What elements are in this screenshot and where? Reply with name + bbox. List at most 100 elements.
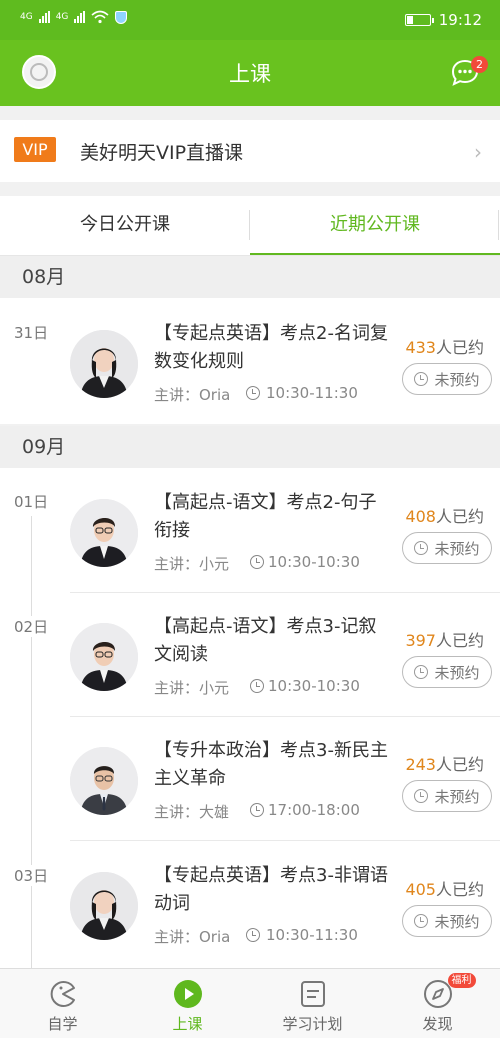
- reserve-label: 未预约: [434, 539, 480, 558]
- course-title: 【高起点-语文】考点2-句子衔接: [154, 492, 377, 541]
- signup-number: 433: [405, 338, 436, 357]
- reserve-label: 未预约: [434, 663, 480, 682]
- signup-suffix: 人已约: [435, 631, 484, 650]
- clock-icon: [414, 789, 429, 803]
- signal-area: 4G 4G: [20, 10, 128, 24]
- course-time: 10:30-11:30: [266, 926, 358, 944]
- course-time: 10:30-11:30: [266, 384, 358, 402]
- course-teacher: 主讲：小元: [154, 679, 230, 697]
- reserve-label: 未预约: [434, 787, 480, 806]
- tab-today[interactable]: 今日公开课: [0, 196, 250, 255]
- month-header-08: 08月: [0, 256, 500, 298]
- nav-label: 学习计划: [282, 1015, 343, 1033]
- nav-class[interactable]: 上课: [125, 969, 250, 1038]
- signup-count: 397人已约: [405, 627, 484, 651]
- vip-banner[interactable]: VIP 美好明天VIP直播课 ›: [0, 120, 500, 182]
- signup-suffix: 人已约: [435, 338, 484, 357]
- clock-time: 19:12: [438, 11, 482, 29]
- plan-icon: [300, 981, 325, 1007]
- app-header: 上课 2: [0, 40, 500, 106]
- teacher-avatar: [70, 623, 138, 691]
- course-teacher: 主讲：大雄: [154, 803, 230, 821]
- teacher-avatar: [70, 330, 138, 398]
- signal-icon: [38, 11, 50, 23]
- clock-icon: [414, 914, 429, 928]
- vip-tag: VIP: [14, 137, 56, 162]
- date-label: 03日: [14, 865, 49, 886]
- message-badge: 2: [471, 56, 488, 73]
- course-time: 10:30-10:30: [268, 553, 360, 571]
- tab-divider: [249, 210, 250, 240]
- clock-icon: [414, 665, 429, 679]
- item-divider: [70, 840, 500, 841]
- teacher-avatar: [70, 747, 138, 815]
- shield-icon: [115, 10, 128, 24]
- signup-suffix: 人已约: [435, 507, 484, 526]
- teacher-avatar: [70, 499, 138, 567]
- clock-icon: [250, 803, 264, 817]
- reserve-label: 未预约: [434, 912, 480, 931]
- signup-number: 243: [405, 755, 436, 774]
- nav-self-study[interactable]: 自学: [0, 969, 125, 1038]
- month-header-09: 09月: [0, 426, 500, 468]
- tab-divider-right: [498, 210, 499, 240]
- tab-upcoming[interactable]: 近期公开课: [250, 196, 500, 255]
- signup-number: 408: [405, 507, 436, 526]
- course-item[interactable]: 【专起点英语】考点3-非谓语动词 主讲：Oria 10:30-11:30 405…: [70, 842, 500, 966]
- signal-icon-2: [74, 11, 86, 23]
- signup-count: 405人已约: [405, 876, 484, 900]
- date-label: 31日: [14, 324, 49, 342]
- course-item[interactable]: 【高起点-语文】考点2-句子衔接 主讲：小元 10:30-10:30 408人已…: [70, 469, 500, 593]
- course-item[interactable]: 【高起点-语文】考点3-记叙文阅读 主讲：小元 10:30-10:30 397人…: [70, 593, 500, 717]
- clock-icon: [414, 372, 429, 386]
- course-item[interactable]: 【专升本政治】考点3-新民主主义革命 主讲：大雄 17:00-18:00 243…: [70, 717, 500, 841]
- course-title: 【专起点英语】考点2-名词复数变化规则: [154, 323, 388, 372]
- clock-icon: [414, 541, 429, 555]
- play-icon: [173, 980, 202, 1008]
- battery-icon: [404, 14, 434, 26]
- clock-icon: [250, 555, 264, 569]
- signup-suffix: 人已约: [435, 755, 484, 774]
- signup-number: 397: [405, 631, 436, 650]
- course-tabs: 今日公开课 近期公开课: [0, 196, 500, 256]
- course-teacher: 主讲：Oria: [154, 386, 231, 404]
- reserve-button[interactable]: 未预约: [402, 656, 492, 688]
- timeline-line: [31, 516, 32, 968]
- course-title: 【专升本政治】考点3-新民主主义革命: [154, 740, 388, 789]
- date-label: 01日: [14, 491, 49, 512]
- signup-suffix: 人已约: [435, 880, 484, 899]
- clock-icon: [250, 679, 264, 693]
- signup-number: 405: [405, 880, 436, 899]
- chevron-right-icon: ›: [474, 140, 482, 164]
- nav-study-plan[interactable]: 学习计划: [250, 969, 375, 1038]
- teacher-avatar: [70, 872, 138, 940]
- reserve-button[interactable]: 未预约: [402, 780, 492, 812]
- course-teacher: 主讲：Oria: [154, 928, 231, 946]
- course-teacher: 主讲：小元: [154, 555, 230, 573]
- course-title: 【高起点-语文】考点3-记叙文阅读: [154, 616, 377, 665]
- welfare-badge: 福利: [447, 973, 476, 988]
- clock-icon: [246, 928, 260, 942]
- nav-discover[interactable]: 福利 发现: [375, 969, 500, 1038]
- course-time: 17:00-18:00: [268, 801, 360, 819]
- course-item[interactable]: 【专起点英语】考点2-名词复数变化规则 主讲：Oria 10:30-11:30 …: [70, 300, 500, 424]
- network-label-2: 4G: [55, 12, 69, 22]
- nav-label: 上课: [172, 1015, 203, 1033]
- date-label: 02日: [14, 616, 49, 637]
- signup-count: 433人已约: [405, 334, 484, 358]
- reserve-label: 未预约: [434, 370, 480, 389]
- nav-label: 发现: [422, 1015, 453, 1033]
- network-label-1: 4G: [20, 12, 33, 22]
- page-title: 上课: [229, 62, 271, 86]
- clock-icon: [246, 386, 260, 400]
- nav-label: 自学: [47, 1015, 78, 1033]
- signup-count: 243人已约: [405, 751, 484, 775]
- course-title: 【专起点英语】考点3-非谓语动词: [154, 865, 388, 914]
- reserve-button[interactable]: 未预约: [402, 532, 492, 564]
- bottom-nav: 自学 上课 学习计划 福利 发现: [0, 968, 500, 1038]
- wifi-icon: [91, 10, 109, 24]
- signup-count: 408人已约: [405, 503, 484, 527]
- reserve-button[interactable]: 未预约: [402, 363, 492, 395]
- course-time: 10:30-10:30: [268, 677, 360, 695]
- reserve-button[interactable]: 未预约: [402, 905, 492, 937]
